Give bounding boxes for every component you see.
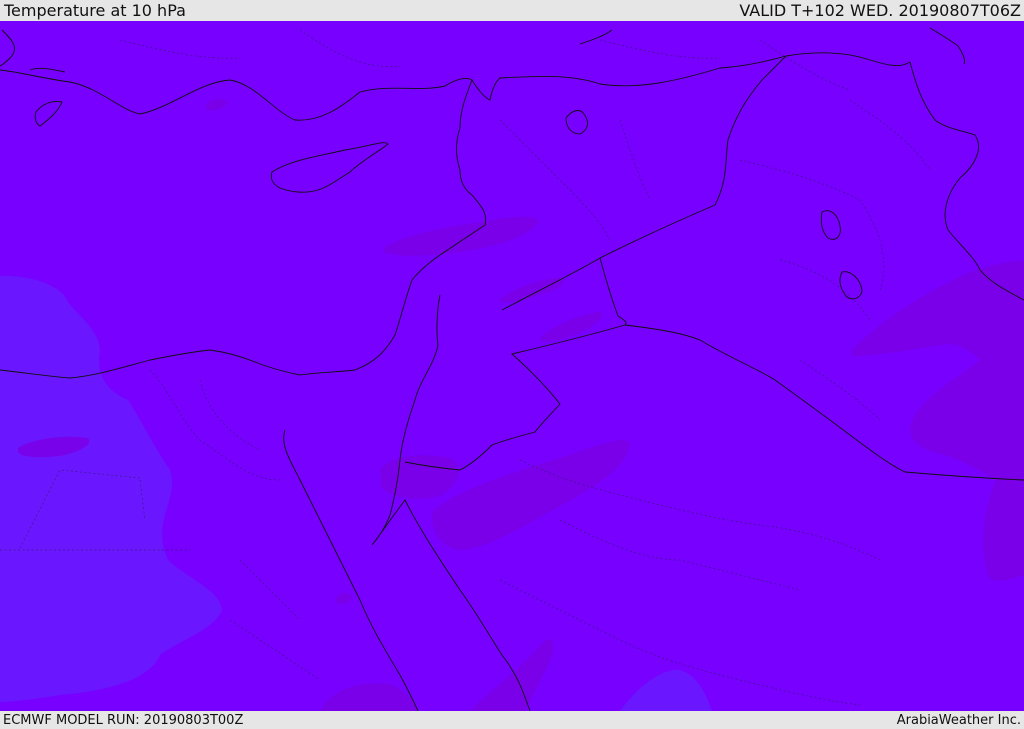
weather-map-frame: Temperature at 10 hPa VALID T+102 WED. 2… (0, 0, 1024, 729)
map-canvas[interactable] (0, 21, 1024, 711)
header-bar: Temperature at 10 hPa VALID T+102 WED. 2… (0, 0, 1024, 21)
footer-bar: ECMWF MODEL RUN: 20190803T00Z ArabiaWeat… (0, 711, 1024, 729)
map-svg (0, 21, 1024, 711)
credit-label: ArabiaWeather Inc. (896, 712, 1021, 728)
map-title: Temperature at 10 hPa (4, 1, 186, 20)
valid-time-label: VALID T+102 WED. 20190807T06Z (739, 1, 1021, 20)
model-run-label: ECMWF MODEL RUN: 20190803T00Z (3, 712, 244, 728)
